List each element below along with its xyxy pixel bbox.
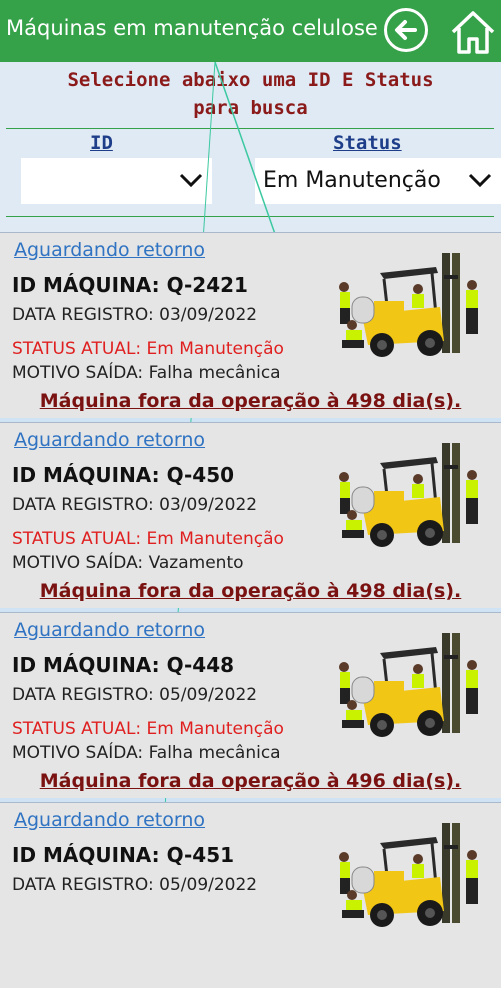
exit-reason-value: Falha mecânica: [148, 363, 281, 383]
days-out-of-operation: Máquina fora da operação à 498 dia(s).: [39, 390, 462, 412]
prompt-line-1: Selecione abaixo uma ID E Status: [67, 69, 434, 91]
chevron-down-icon: [468, 173, 492, 188]
machine-card[interactable]: Aguardando retorno ID MÁQUINA: Q-450 DAT…: [0, 422, 501, 608]
divider: [6, 216, 494, 217]
home-icon: [451, 11, 495, 54]
prompt-line-2: para busca: [193, 97, 308, 119]
status-label: Status: [333, 132, 402, 154]
machine-card[interactable]: Aguardando retorno ID MÁQUINA: Q-451 DAT…: [0, 802, 501, 988]
id-dropdown[interactable]: [21, 158, 212, 204]
machine-id: ID MÁQUINA: Q-448: [12, 653, 235, 677]
register-date: DATA REGISTRO: 05/09/2022: [12, 875, 258, 895]
days-out-of-operation: Máquina fora da operação à 496 dia(s).: [39, 770, 462, 792]
exit-reason-value: Vazamento: [148, 553, 244, 573]
filter-panel: Selecione abaixo uma ID E Status para bu…: [0, 62, 501, 232]
register-date: DATA REGISTRO: 03/09/2022: [12, 305, 258, 325]
chevron-down-icon: [179, 173, 203, 188]
current-status: STATUS ATUAL: Em Manutenção: [12, 719, 284, 739]
waiting-return-link[interactable]: Aguardando retorno: [14, 809, 205, 831]
exit-reason: MOTIVO SAÍDA: Vazamento: [12, 553, 244, 573]
machine-card[interactable]: Aguardando retorno ID MÁQUINA: Q-448 DAT…: [0, 612, 501, 798]
status-dropdown[interactable]: Em Manutenção: [255, 158, 501, 204]
waiting-return-link[interactable]: Aguardando retorno: [14, 429, 205, 451]
days-out-of-operation: Máquina fora da operação à 498 dia(s).: [39, 580, 462, 602]
register-date: DATA REGISTRO: 05/09/2022: [12, 685, 258, 705]
divider: [6, 128, 494, 129]
current-status: STATUS ATUAL: Em Manutenção: [12, 339, 284, 359]
exit-reason-label: MOTIVO SAÍDA:: [12, 553, 149, 573]
exit-reason: MOTIVO SAÍDA: Falha mecânica: [12, 363, 281, 383]
machine-id: ID MÁQUINA: Q-450: [12, 463, 235, 487]
machine-id: ID MÁQUINA: Q-2421: [12, 273, 248, 297]
forklift-maintenance-image: [339, 443, 478, 547]
status-dropdown-value: Em Manutenção: [263, 168, 441, 193]
exit-reason-label: MOTIVO SAÍDA:: [12, 363, 149, 383]
id-label: ID: [90, 132, 113, 154]
home-button[interactable]: [449, 8, 497, 56]
page-title: Máquinas em manutenção celulose: [6, 16, 378, 40]
forklift-maintenance-image: [339, 253, 478, 357]
machine-id: ID MÁQUINA: Q-451: [12, 843, 235, 867]
current-status: STATUS ATUAL: Em Manutenção: [12, 529, 284, 549]
arrow-left-icon: [395, 20, 417, 40]
machine-card[interactable]: Aguardando retorno ID MÁQUINA: Q-2421 DA…: [0, 232, 501, 418]
register-date: DATA REGISTRO: 03/09/2022: [12, 495, 258, 515]
exit-reason-label: MOTIVO SAÍDA:: [12, 743, 149, 763]
filter-prompt: Selecione abaixo uma ID E Status para bu…: [0, 66, 501, 122]
exit-reason: MOTIVO SAÍDA: Falha mecânica: [12, 743, 281, 763]
waiting-return-link[interactable]: Aguardando retorno: [14, 619, 205, 641]
back-button[interactable]: [384, 8, 428, 52]
forklift-maintenance-image: [339, 633, 478, 737]
forklift-maintenance-image: [339, 823, 478, 927]
app-header: Máquinas em manutenção celulose: [0, 0, 501, 62]
exit-reason-value: Falha mecânica: [148, 743, 281, 763]
waiting-return-link[interactable]: Aguardando retorno: [14, 239, 205, 261]
